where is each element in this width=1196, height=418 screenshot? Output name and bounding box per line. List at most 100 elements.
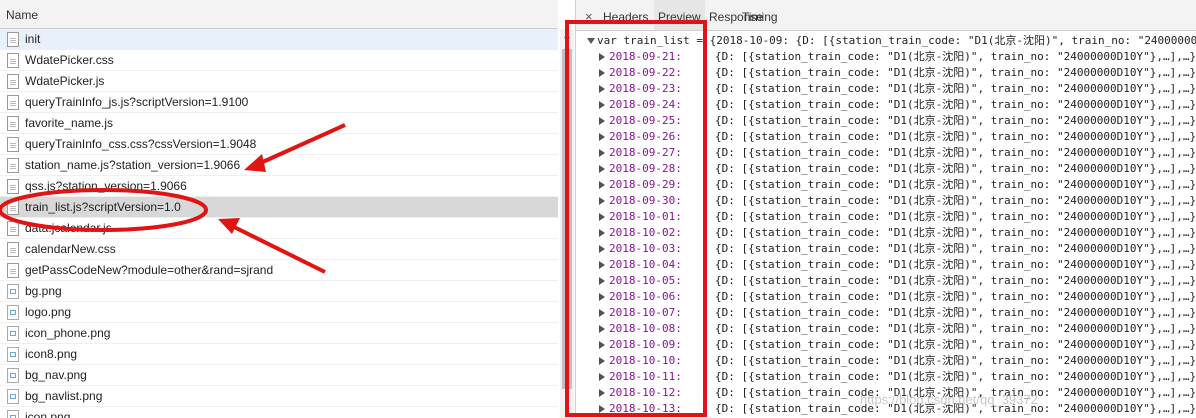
file-row[interactable]: data.jcalendar.js [0,218,558,239]
expand-triangle-right-icon[interactable] [599,277,605,285]
tree-entry[interactable]: 2018-10-01: {D: [{station_train_code: "D1… [576,209,1196,225]
tree-entry[interactable]: 2018-10-06: {D: [{station_train_code: "D1… [576,289,1196,305]
entry-value: {D: [{station_train_code: "D1(北京-沈阳)", t… [715,226,1196,239]
tree-entry[interactable]: 2018-10-11: {D: [{station_train_code: "D1… [576,369,1196,385]
expand-triangle-right-icon[interactable] [599,229,605,237]
file-name: queryTrainInfo_css.css?cssVersion=1.9048 [25,137,257,151]
expand-triangle-right-icon[interactable] [599,213,605,221]
entry-date-key: 2018-10-07: [609,306,682,319]
expand-triangle-right-icon[interactable] [599,325,605,333]
entry-value: {D: [{station_train_code: "D1(北京-沈阳)", t… [715,370,1196,383]
file-row[interactable]: WdatePicker.css [0,50,558,71]
scroll-up-arrow-icon[interactable] [564,33,570,38]
expand-triangle-right-icon[interactable] [599,149,605,157]
expand-triangle-right-icon[interactable] [599,261,605,269]
file-row[interactable]: icon_phone.png [0,323,558,344]
file-row[interactable]: getPassCodeNew?module=other&rand=sjrand [0,260,558,281]
file-name: bg.png [25,284,62,298]
expand-triangle-right-icon[interactable] [599,53,605,61]
name-column-label: Name [6,8,39,22]
file-row[interactable]: station_name.js?station_version=1.9066 [0,155,558,176]
tree-entry[interactable]: 2018-09-30: {D: [{station_train_code: "D1… [576,193,1196,209]
tree-entry[interactable]: 2018-10-07: {D: [{station_train_code: "D1… [576,305,1196,321]
entry-date-key: 2018-10-04: [609,258,682,271]
tree-entry[interactable]: 2018-09-26: {D: [{station_train_code: "D1… [576,129,1196,145]
tab-timing[interactable]: Timing [738,0,782,30]
file-name: icon.png [25,410,71,418]
entry-value: {D: [{station_train_code: "D1(北京-沈阳)", t… [715,178,1196,191]
file-row[interactable]: bg.png [0,281,558,302]
tree-entry[interactable]: 2018-09-25: {D: [{station_train_code: "D1… [576,113,1196,129]
tree-entry[interactable]: 2018-09-21: {D: [{station_train_code: "D1… [576,49,1196,65]
image-icon [7,368,19,383]
tree-root-line[interactable]: var train_list = {2018-10-09: {D: [{stat… [576,33,1196,49]
tree-entry[interactable]: 2018-10-09: {D: [{station_train_code: "D1… [576,337,1196,353]
tree-entry[interactable]: 2018-09-23: {D: [{station_train_code: "D1… [576,81,1196,97]
tree-entry[interactable]: 2018-09-29: {D: [{station_train_code: "D1… [576,177,1196,193]
document-icon [7,179,19,194]
file-list-scrollbar[interactable] [560,29,574,418]
tree-entry[interactable]: 2018-10-02: {D: [{station_train_code: "D1… [576,225,1196,241]
tree-entry[interactable]: 2018-09-24: {D: [{station_train_code: "D1… [576,97,1196,113]
file-row[interactable]: icon.png [0,407,558,418]
network-file-panel: Name init WdatePicker.css WdatePicker.js qu… [0,0,575,418]
tree-entry[interactable]: 2018-10-08: {D: [{station_train_code: "D1… [576,321,1196,337]
entry-date-key: 2018-10-03: [609,242,682,255]
expand-triangle-right-icon[interactable] [599,85,605,93]
expand-triangle-right-icon[interactable] [599,197,605,205]
entry-date-key: 2018-09-23: [609,82,682,95]
expand-triangle-right-icon[interactable] [599,101,605,109]
scrollbar-thumb[interactable] [562,49,572,389]
file-row[interactable]: train_list.js?scriptVersion=1.0 [0,197,558,218]
close-icon[interactable]: × [581,0,597,30]
file-row[interactable]: qss.js?station_version=1.9066 [0,176,558,197]
file-row[interactable]: favorite_name.js [0,113,558,134]
expand-triangle-right-icon[interactable] [599,117,605,125]
expand-triangle-right-icon[interactable] [599,181,605,189]
tree-entry[interactable]: 2018-10-04: {D: [{station_train_code: "D1… [576,257,1196,273]
file-row[interactable]: WdatePicker.js [0,71,558,92]
expand-triangle-right-icon[interactable] [599,245,605,253]
tree-entry[interactable]: 2018-10-05: {D: [{station_train_code: "D1… [576,273,1196,289]
document-icon [7,221,19,236]
file-row[interactable]: calendarNew.css [0,239,558,260]
file-row[interactable]: bg_navlist.png [0,386,558,407]
expand-triangle-right-icon[interactable] [599,405,605,413]
expand-triangle-right-icon[interactable] [599,133,605,141]
tree-entry[interactable]: 2018-09-28: {D: [{station_train_code: "D1… [576,161,1196,177]
file-name: station_name.js?station_version=1.9066 [25,158,241,172]
expand-triangle-down-icon[interactable] [587,38,595,44]
expand-triangle-right-icon[interactable] [599,341,605,349]
tree-entry[interactable]: 2018-09-27: {D: [{station_train_code: "D1… [576,145,1196,161]
entry-date-key: 2018-09-24: [609,98,682,111]
file-row[interactable]: logo.png [0,302,558,323]
expand-triangle-right-icon[interactable] [599,357,605,365]
expand-triangle-right-icon[interactable] [599,165,605,173]
expand-triangle-right-icon[interactable] [599,389,605,397]
file-row[interactable]: bg_nav.png [0,365,558,386]
file-row[interactable]: queryTrainInfo_js.js?scriptVersion=1.910… [0,92,558,113]
file-name: WdatePicker.js [25,74,105,88]
watermark-text: https://blog.csdn.net/qq_39372 [860,392,1038,407]
document-icon [7,74,19,89]
file-row[interactable]: init [0,29,558,50]
name-column-header[interactable]: Name [0,0,558,29]
entry-date-key: 2018-10-05: [609,274,682,287]
document-icon [7,263,19,278]
tab-headers[interactable]: Headers [599,0,652,30]
expand-triangle-right-icon[interactable] [599,373,605,381]
file-row[interactable]: queryTrainInfo_css.css?cssVersion=1.9048 [0,134,558,155]
entry-value: {D: [{station_train_code: "D1(北京-沈阳)", t… [715,98,1196,111]
expand-triangle-right-icon[interactable] [599,293,605,301]
file-row[interactable]: icon8.png [0,344,558,365]
file-name: WdatePicker.css [25,53,114,67]
tab-preview[interactable]: Preview [654,0,705,30]
expand-triangle-right-icon[interactable] [599,309,605,317]
tree-entry[interactable]: 2018-10-03: {D: [{station_train_code: "D1… [576,241,1196,257]
tree-entry[interactable]: 2018-09-22: {D: [{station_train_code: "D1… [576,65,1196,81]
tree-entry[interactable]: 2018-10-10: {D: [{station_train_code: "D1… [576,353,1196,369]
file-name: bg_nav.png [25,368,87,382]
file-name: icon_phone.png [25,326,111,340]
entry-value: {D: [{station_train_code: "D1(北京-沈阳)", t… [715,146,1196,159]
expand-triangle-right-icon[interactable] [599,69,605,77]
